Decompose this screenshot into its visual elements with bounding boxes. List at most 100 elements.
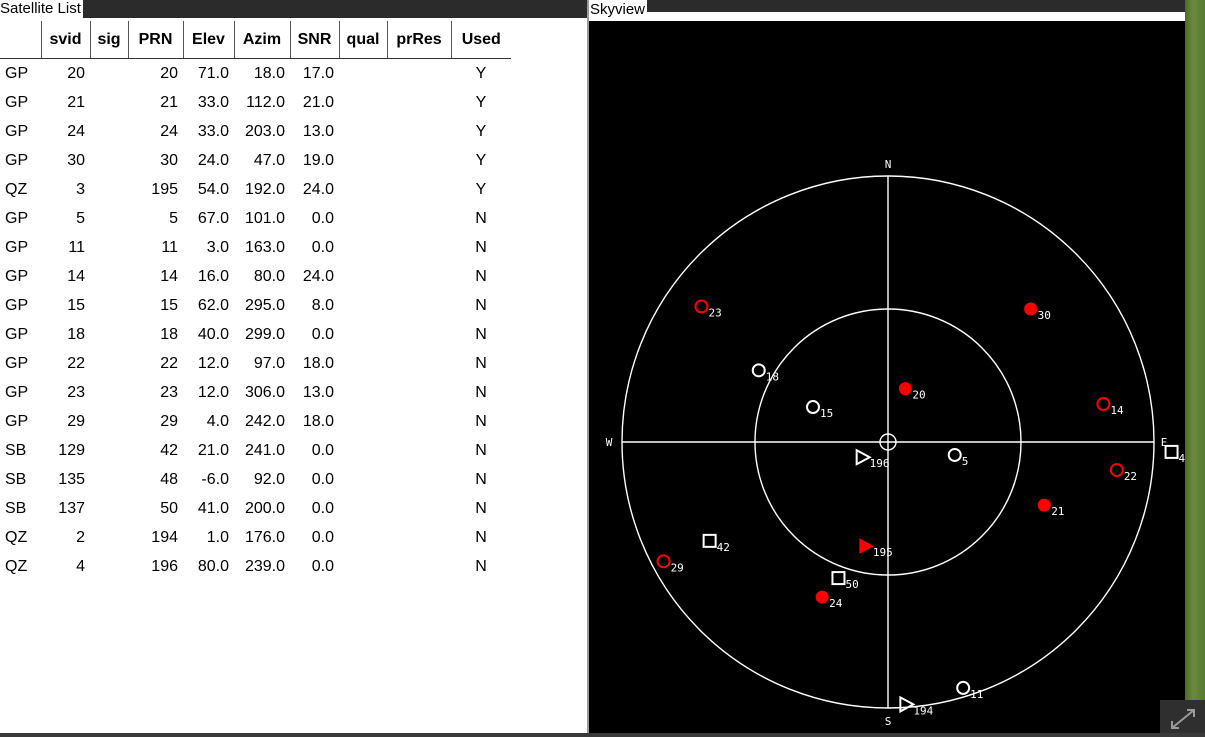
cell-prn: 194 xyxy=(151,528,178,546)
satellite-markers: 20 21 24 30 195 5 11 14 15 18 22 23 29 42 48 50 194 196 xyxy=(656,299,1185,717)
column-header-qual[interactable]: qual xyxy=(339,21,388,59)
cell-elev: 54.0 xyxy=(197,180,229,198)
satellite-label: 11 xyxy=(970,688,983,701)
column-header-prres[interactable]: prRes xyxy=(387,21,452,59)
satellite-label: 24 xyxy=(829,597,843,610)
satellite-label: 5 xyxy=(962,455,969,468)
cell-used: Y xyxy=(475,122,487,140)
satellite-square-icon xyxy=(702,533,717,548)
cell-prn: 5 xyxy=(169,209,178,227)
satellite-label: 50 xyxy=(845,578,858,591)
cell-system: GP xyxy=(5,93,29,111)
table-row[interactable]: GP 21 21 33.0 112.0 21.0 Y xyxy=(0,88,511,117)
table-row[interactable]: QZ 4 196 80.0 239.0 0.0 N xyxy=(0,552,511,581)
table-row[interactable]: QZ 3 195 54.0 192.0 24.0 Y xyxy=(0,175,511,204)
column-header-sig[interactable]: sig xyxy=(90,21,129,59)
cell-sig xyxy=(90,436,128,465)
column-header-svid[interactable]: svid xyxy=(41,21,91,59)
cell-system: QZ xyxy=(5,528,28,546)
table-row[interactable]: GP 5 5 67.0 101.0 0.0 N xyxy=(0,204,511,233)
satellite-triangle-icon xyxy=(859,538,874,554)
cell-svid: 2 xyxy=(76,528,85,546)
cell-azim: 47.0 xyxy=(253,151,285,169)
column-header-azim[interactable]: Azim xyxy=(234,21,291,59)
satellite-circle-icon xyxy=(751,363,766,378)
table-row[interactable]: GP 30 30 24.0 47.0 19.0 Y xyxy=(0,146,511,175)
cell-prres xyxy=(387,117,451,146)
satellite-circle-icon xyxy=(694,299,709,314)
cell-qual xyxy=(339,262,387,291)
table-row[interactable]: SB 129 42 21.0 241.0 0.0 N xyxy=(0,436,511,465)
cell-system: GP xyxy=(5,64,29,82)
table-row[interactable]: GP 14 14 16.0 80.0 24.0 N xyxy=(0,262,511,291)
column-header-snr[interactable]: SNR xyxy=(290,21,340,59)
satellite-circle-icon xyxy=(1109,463,1124,478)
cell-prn: 196 xyxy=(151,557,178,575)
satellite-marker: 5 xyxy=(947,447,969,468)
column-header-prn[interactable]: PRN xyxy=(128,21,184,59)
table-row[interactable]: SB 135 48 -6.0 92.0 0.0 N xyxy=(0,465,511,494)
cell-prn: 22 xyxy=(160,354,178,372)
satellite-square-icon xyxy=(1164,444,1179,459)
cell-azim: 163.0 xyxy=(244,238,285,256)
compass-west-label: W xyxy=(606,436,613,449)
cell-prres xyxy=(387,436,451,465)
table-row[interactable]: GP 18 18 40.0 299.0 0.0 N xyxy=(0,320,511,349)
cell-azim: 242.0 xyxy=(244,412,285,430)
cell-prres xyxy=(387,407,451,436)
satellite-circle-icon xyxy=(898,382,912,396)
cell-svid: 14 xyxy=(67,267,85,285)
table-row[interactable]: GP 29 29 4.0 242.0 18.0 N xyxy=(0,407,511,436)
cell-azim: 101.0 xyxy=(244,209,285,227)
skyview-title: Skyview xyxy=(589,0,648,20)
cell-elev: 3.0 xyxy=(206,238,229,256)
column-header-used[interactable]: Used xyxy=(451,21,511,59)
cell-elev: 41.0 xyxy=(197,499,229,517)
cell-snr: 18.0 xyxy=(302,412,334,430)
satellite-marker: 15 xyxy=(805,400,833,420)
table-row[interactable]: GP 15 15 62.0 295.0 8.0 N xyxy=(0,291,511,320)
cell-system: GP xyxy=(5,412,29,430)
cell-prn: 20 xyxy=(160,64,178,82)
satellite-marker: 29 xyxy=(656,554,684,574)
satellite-marker: 50 xyxy=(831,571,859,591)
table-row[interactable]: GP 20 20 71.0 18.0 17.0 Y xyxy=(0,59,511,89)
satellite-label: 18 xyxy=(766,370,779,383)
column-header-elev[interactable]: Elev xyxy=(183,21,235,59)
table-row[interactable]: GP 23 23 12.0 306.0 13.0 N xyxy=(0,378,511,407)
cell-system: GP xyxy=(5,238,29,256)
cell-used: Y xyxy=(475,93,487,111)
cell-azim: 241.0 xyxy=(244,441,285,459)
table-row[interactable]: QZ 2 194 1.0 176.0 0.0 N xyxy=(0,523,511,552)
cell-sig xyxy=(90,465,128,494)
cell-svid: 23 xyxy=(67,383,85,401)
cell-used: N xyxy=(475,470,487,488)
resize-grip[interactable] xyxy=(1160,700,1205,733)
satellite-label: 29 xyxy=(671,561,684,574)
cell-used: N xyxy=(475,383,487,401)
cell-qual xyxy=(339,436,387,465)
cell-system: GP xyxy=(5,296,29,314)
cell-system: GP xyxy=(5,354,29,372)
satellite-label: 21 xyxy=(1051,505,1064,518)
column-header-system[interactable] xyxy=(0,21,42,59)
cell-elev: 24.0 xyxy=(197,151,229,169)
table-row[interactable]: GP 24 24 33.0 203.0 13.0 Y xyxy=(0,117,511,146)
cell-sig xyxy=(90,175,128,204)
cell-elev: 67.0 xyxy=(197,209,229,227)
cell-elev: 71.0 xyxy=(197,64,229,82)
cell-qual xyxy=(339,88,387,117)
table-row[interactable]: SB 137 50 41.0 200.0 0.0 N xyxy=(0,494,511,523)
cell-snr: 24.0 xyxy=(302,267,334,285)
table-row[interactable]: GP 22 22 12.0 97.0 18.0 N xyxy=(0,349,511,378)
cell-svid: 137 xyxy=(58,499,85,517)
table-row[interactable]: GP 11 11 3.0 163.0 0.0 N xyxy=(0,233,511,262)
cell-prres xyxy=(387,233,451,262)
cell-snr: 0.0 xyxy=(311,325,334,343)
cell-prn: 24 xyxy=(160,122,178,140)
satellite-marker: 21 xyxy=(1037,498,1064,518)
cell-azim: 306.0 xyxy=(244,383,285,401)
cell-prn: 18 xyxy=(160,325,178,343)
cell-system: GP xyxy=(5,122,29,140)
satellite-triangle-icon xyxy=(855,448,872,466)
